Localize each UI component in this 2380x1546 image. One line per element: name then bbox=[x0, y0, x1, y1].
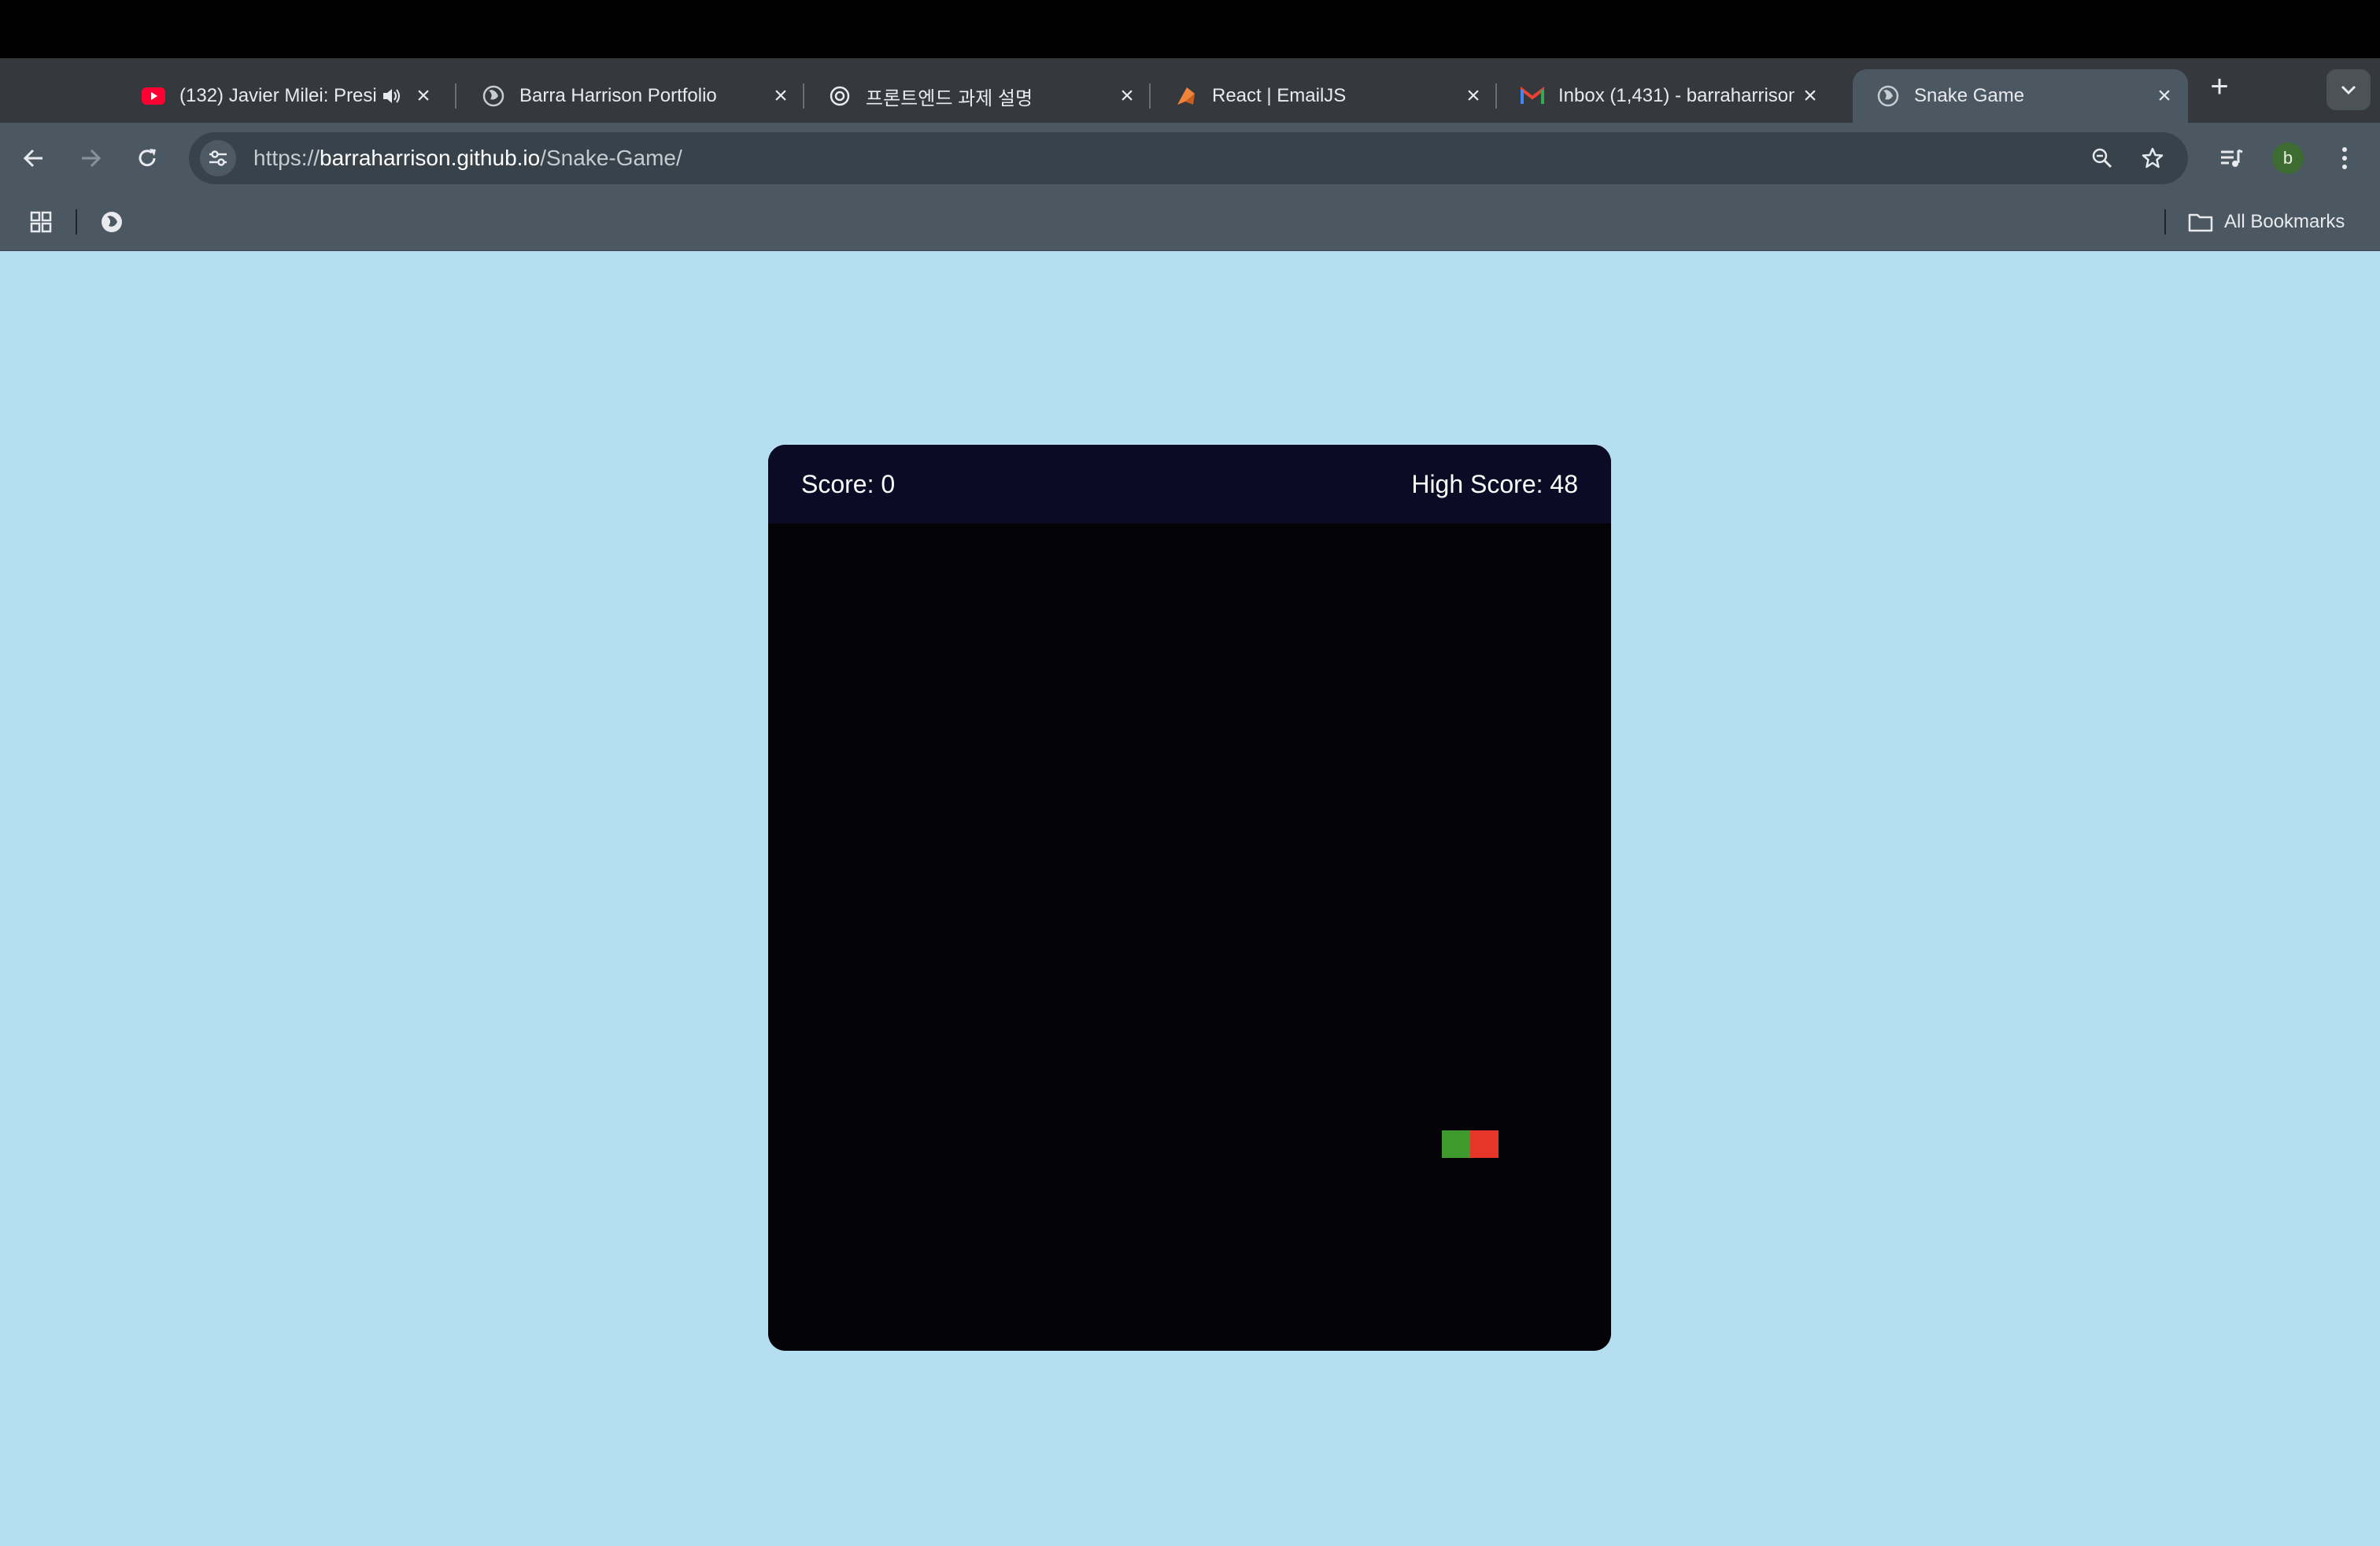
tab-title: (132) Javier Milei: President of Argenti… bbox=[179, 85, 376, 106]
arrow-left-icon bbox=[23, 149, 42, 168]
bookmark-item[interactable] bbox=[93, 203, 131, 241]
close-icon[interactable]: × bbox=[1794, 80, 1826, 112]
tab-separator bbox=[455, 83, 456, 109]
star-icon bbox=[2142, 147, 2164, 168]
emailjs-icon bbox=[1174, 84, 1198, 108]
menu-button[interactable] bbox=[2325, 139, 2364, 178]
tab-title: Barra Harrison Portfolio bbox=[519, 85, 717, 106]
reload-icon bbox=[139, 149, 156, 167]
zoom-button[interactable] bbox=[2082, 139, 2122, 178]
media-controls-button[interactable] bbox=[2212, 139, 2251, 178]
tab-title: Snake Game bbox=[1914, 85, 2025, 106]
address-bar[interactable]: https://barraharrison.github.io/Snake-Ga… bbox=[189, 132, 2188, 184]
url-host: barraharrison.github.io bbox=[320, 146, 541, 170]
tab-chatgpt[interactable]: 프론트엔드 과제 설명 × bbox=[804, 69, 1151, 123]
game-board[interactable] bbox=[768, 523, 1611, 1351]
chevron-down-icon bbox=[2341, 85, 2356, 95]
close-icon[interactable]: × bbox=[1458, 80, 1489, 112]
bookmarks-divider bbox=[76, 209, 77, 235]
apps-grid-icon bbox=[30, 211, 52, 233]
all-bookmarks-button[interactable]: All Bookmarks bbox=[2188, 203, 2345, 241]
tab-portfolio[interactable]: Barra Harrison Portfolio × bbox=[458, 69, 804, 123]
score-display: Score: 0 bbox=[801, 469, 896, 498]
gmail-icon bbox=[1521, 84, 1544, 108]
tab-strip: (132) Javier Milei: President of Argenti… bbox=[0, 58, 2380, 123]
tab-emailjs[interactable]: React | EmailJS × bbox=[1151, 69, 1497, 123]
food bbox=[1470, 1130, 1499, 1158]
folder-icon bbox=[2188, 212, 2213, 232]
youtube-icon bbox=[142, 84, 165, 108]
score-bar: Score: 0 High Score: 48 bbox=[768, 445, 1611, 523]
tune-icon bbox=[209, 150, 227, 166]
avatar: b bbox=[2272, 142, 2304, 174]
url-scheme: https:// bbox=[253, 146, 320, 170]
apps-button[interactable] bbox=[22, 203, 60, 241]
profile-button[interactable]: b bbox=[2268, 139, 2308, 178]
bookmarks-bar: All Bookmarks bbox=[0, 194, 2380, 251]
bookmarks-divider bbox=[2164, 209, 2166, 235]
globe-icon bbox=[482, 84, 505, 108]
tab-gmail[interactable]: Inbox (1,431) - barraharrison × bbox=[1497, 69, 1843, 123]
page-content: Score: 0 High Score: 48 bbox=[0, 251, 2380, 1546]
more-vert-icon bbox=[2342, 147, 2347, 169]
close-icon[interactable]: × bbox=[765, 80, 796, 112]
new-tab-button[interactable]: + bbox=[2202, 69, 2237, 104]
close-icon[interactable]: × bbox=[1111, 80, 1143, 112]
zoom-out-icon bbox=[2092, 148, 2112, 168]
audio-playing-icon[interactable] bbox=[376, 87, 408, 105]
snake-segment bbox=[1442, 1130, 1470, 1158]
forward-button[interactable] bbox=[71, 139, 110, 178]
site-info-button[interactable] bbox=[200, 140, 236, 176]
url-text[interactable]: https://barraharrison.github.io/Snake-Ga… bbox=[253, 146, 682, 171]
tab-youtube[interactable]: (132) Javier Milei: President of Argenti… bbox=[118, 69, 456, 123]
tab-search-button[interactable] bbox=[2326, 69, 2371, 110]
bookmark-star-button[interactable] bbox=[2133, 139, 2172, 178]
arrow-right-icon bbox=[82, 149, 102, 168]
queue-music-icon bbox=[2221, 149, 2243, 167]
globe-icon bbox=[1876, 84, 1900, 108]
tab-title: Inbox (1,431) - barraharrison bbox=[1558, 85, 1794, 106]
tab-snake-game[interactable]: Snake Game × bbox=[1853, 69, 2188, 123]
back-button[interactable] bbox=[14, 139, 54, 178]
all-bookmarks-label: All Bookmarks bbox=[2224, 211, 2345, 232]
url-path: /Snake-Game/ bbox=[540, 146, 682, 170]
reload-button[interactable] bbox=[128, 139, 167, 178]
globe-icon bbox=[102, 212, 122, 232]
game-container: Score: 0 High Score: 48 bbox=[768, 445, 1611, 1351]
browser-toolbar: https://barraharrison.github.io/Snake-Ga… bbox=[0, 123, 2380, 194]
tab-title: React | EmailJS bbox=[1212, 85, 1347, 106]
close-icon[interactable]: × bbox=[408, 80, 439, 112]
close-icon[interactable]: × bbox=[2149, 80, 2180, 112]
window-top-bar bbox=[0, 0, 2380, 58]
high-score-display: High Score: 48 bbox=[1411, 469, 1578, 498]
tab-title: 프론트엔드 과제 설명 bbox=[866, 87, 1033, 109]
openai-icon bbox=[828, 84, 852, 108]
